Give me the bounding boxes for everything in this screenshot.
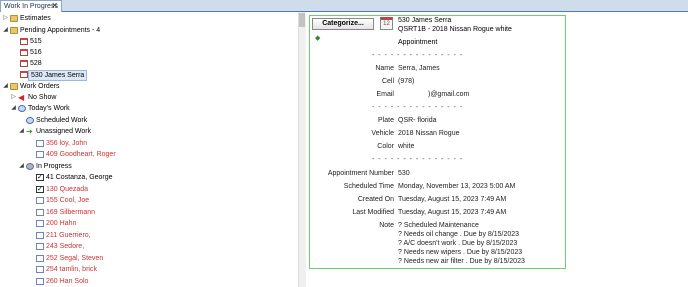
field-value: )@gmail.com (428, 91, 470, 98)
tab-label: Work In Progress (4, 3, 58, 10)
collapse-arrow-icon[interactable]: ◢ (2, 25, 9, 36)
tree-label: 155 Cool, Joe (46, 197, 90, 204)
tree-label: 130 Quezada (46, 186, 89, 193)
divider: - - - - - - - - - - - - - - - (372, 52, 464, 59)
document-icon (36, 197, 44, 204)
tree-label: 528 (30, 60, 42, 67)
document-icon (36, 220, 44, 227)
field-value: (978) (398, 78, 415, 85)
collapse-arrow-icon[interactable]: ◢ (18, 126, 25, 137)
expand-arrow-icon[interactable]: ▷ (2, 13, 9, 24)
field-value: QSR- florida (398, 117, 437, 124)
field-value: Serra, James (398, 65, 440, 72)
tree-label: 254 tamlin, brick (46, 266, 97, 273)
tree-label: 243 Sedore, (46, 243, 85, 250)
tree-label: Unassigned Work (36, 128, 92, 135)
tree-label: 41 Costanza, George (46, 174, 113, 181)
divider: - - - - - - - - - - - - - - - (372, 156, 464, 163)
field-label: Cell (381, 78, 394, 85)
calendar-icon (20, 60, 28, 67)
collapse-arrow-icon[interactable]: ◢ (10, 103, 17, 114)
scrollbar-thumb[interactable] (299, 13, 305, 27)
calendar-icon (20, 38, 28, 45)
divider: - - - - - - - - - - - - - - - (372, 104, 464, 111)
document-icon (36, 209, 44, 216)
document-icon (36, 151, 44, 158)
tree-label: Scheduled Work (36, 117, 88, 124)
note-label: Note (379, 222, 394, 229)
collapse-arrow-icon[interactable]: ◢ (18, 161, 25, 172)
field-value: 530 (398, 170, 410, 177)
checkbox-checked-icon (36, 172, 44, 183)
tab-work-in-progress[interactable]: Work In Progress ✕ (0, 0, 62, 12)
tree-label: Today's Work (28, 105, 70, 112)
tree-label: 515 (30, 38, 42, 45)
appointment-subtitle: QSRT1B - 2018 Nissan Rogue white (398, 26, 512, 33)
note-line: ? Scheduled Maintenance (398, 222, 479, 229)
field-value: Tuesday, August 15, 2023 7:49 AM (398, 196, 507, 203)
field-label: Email (376, 91, 394, 98)
tree-label: 200 Hahn (46, 220, 77, 227)
field-label: Created On (357, 196, 394, 203)
tree-label: Work Orders (20, 83, 60, 90)
document-icon (36, 266, 44, 273)
appointment-details-panel: Categorize... ◆ 12 530 James Serra QSRT1… (309, 15, 566, 269)
tab-strip: Work In Progress ✕ (0, 0, 688, 12)
note-line: ? Needs new air filter . Due by 8/15/202… (398, 258, 525, 265)
work-tree: ▷ Estimates ◢ Pending Appointments - 4 5… (0, 12, 298, 287)
field-label: Scheduled Time (343, 183, 394, 190)
folder-icon (10, 83, 18, 90)
calendar-icon: 12 (380, 17, 393, 30)
note-line: ? A/C doesn't work . Due by 8/15/2023 (398, 240, 518, 247)
tree-label: 530 James Serra (28, 70, 88, 81)
tree-label: 252 Segal, Steven (46, 255, 104, 262)
tree-label: 260 Han Solo (46, 278, 89, 285)
tree-label: 211 Guerriero, (46, 232, 91, 239)
red-arrow-icon: ◀ (18, 93, 25, 102)
tree-label: 516 (30, 49, 42, 56)
field-label: Color (377, 143, 394, 150)
calendar-icon (20, 49, 28, 56)
field-label: Appointment Number (327, 170, 394, 177)
document-icon (36, 278, 44, 285)
clock-icon (18, 105, 26, 112)
folder-icon (10, 27, 18, 34)
document-icon (36, 255, 44, 262)
field-label: Last Modified (352, 209, 394, 216)
gear-icon (26, 163, 34, 170)
note-line: ? Needs oil change . Due by 8/15/2023 (398, 231, 520, 238)
field-value: 2018 Nissan Rogue (398, 130, 460, 137)
green-arrow-icon: ➜ (26, 127, 33, 136)
calendar-icon (20, 71, 28, 78)
vertical-scrollbar[interactable] (298, 12, 306, 287)
folder-icon (10, 15, 18, 22)
appointment-title: 530 James Serra (398, 17, 452, 24)
tree-label: 169 Silbermann (46, 209, 96, 216)
field-label: Vehicle (371, 130, 394, 137)
document-icon (36, 140, 44, 147)
tree-label: 409 Goodheart, Roger (46, 151, 116, 158)
diamond-icon: ◆ (315, 35, 321, 42)
appointment-type: Appointment (398, 39, 438, 46)
expand-arrow-icon[interactable]: ▷ (10, 92, 17, 103)
tree-label: 356 loy, John (46, 140, 88, 147)
tree-label: Pending Appointments - 4 (20, 27, 101, 34)
tree-label: Estimates (20, 15, 51, 22)
categorize-button[interactable]: Categorize... (312, 18, 374, 30)
checkbox-checked-icon (36, 184, 44, 195)
field-value: Monday, November 13, 2023 5:00 AM (398, 183, 516, 190)
clock-icon (26, 117, 34, 124)
note-line: ? Needs new wipers . Due by 8/15/2023 (398, 249, 523, 256)
document-icon (36, 232, 44, 239)
collapse-arrow-icon[interactable]: ◢ (2, 81, 9, 92)
field-label: Name (375, 65, 394, 72)
tree-label: No Show (28, 94, 57, 101)
tree-label: In Progress (36, 163, 72, 170)
field-label: Plate (378, 117, 394, 124)
close-icon[interactable]: ✕ (51, 1, 58, 11)
field-value: white (398, 143, 415, 150)
field-value: Tuesday, August 15, 2023 7:49 AM (398, 209, 507, 216)
document-icon (36, 243, 44, 250)
